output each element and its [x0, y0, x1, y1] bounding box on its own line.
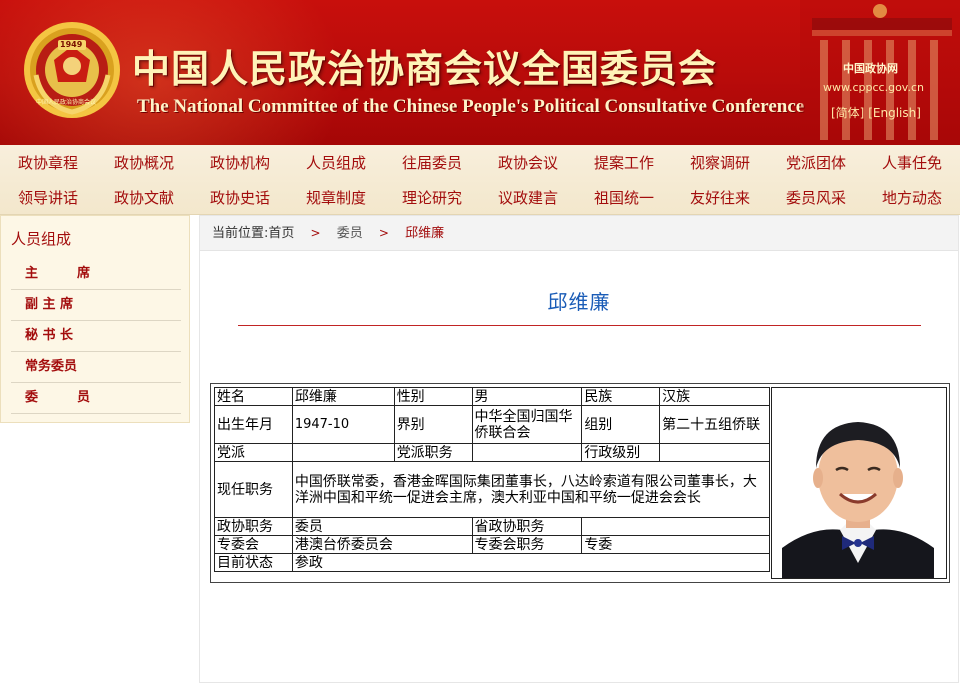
site-title-cn: 中国人民政治协商会议全国委员会	[132, 46, 718, 91]
nav-item[interactable]: 党派团体	[768, 146, 864, 180]
label-admin-level: 行政级别	[581, 443, 661, 462]
breadcrumb-prefix: 当前位置:	[212, 226, 269, 241]
nav-item[interactable]: 友好往来	[672, 181, 768, 215]
page-title: 邱维廉	[547, 290, 611, 314]
sidebar-item-standing-members[interactable]: 常务委员	[11, 352, 181, 383]
sidebar-item-members[interactable]: 委 员	[11, 383, 181, 414]
label-name: 姓名	[214, 387, 293, 406]
nav-item[interactable]: 人员组成	[288, 146, 384, 180]
member-portrait-image	[782, 398, 934, 578]
breadcrumb-current: 邱维廉	[405, 226, 445, 241]
nav-item[interactable]: 理论研究	[384, 181, 480, 215]
lang-english-link[interactable]: [English]	[868, 106, 921, 120]
breadcrumb-members-link[interactable]: 委员	[337, 226, 363, 241]
value-committee: 港澳台侨委员会	[291, 535, 473, 554]
value-admin-level	[659, 443, 770, 462]
breadcrumb-separator: >	[310, 226, 321, 240]
nav-item[interactable]: 视察调研	[672, 146, 768, 180]
label-committee-post: 专委会职务	[471, 535, 583, 554]
nav-item[interactable]: 委员风采	[768, 181, 864, 215]
sidebar-item-secretary-general[interactable]: 秘 书 长	[11, 321, 181, 352]
sidebar-item-chairman[interactable]: 主 席	[11, 259, 181, 290]
site-title-en: The National Committee of the Chinese Pe…	[137, 96, 805, 117]
value-party	[291, 443, 395, 462]
nav-item[interactable]: 政协机构	[192, 146, 288, 180]
label-committee: 专委会	[214, 535, 293, 554]
label-birth: 出生年月	[214, 405, 293, 444]
value-cppcc-post: 委员	[291, 517, 473, 536]
value-birth: 1947-10	[291, 405, 395, 444]
label-ethnicity: 民族	[581, 387, 661, 406]
portrait-cell	[771, 387, 947, 579]
nav-item[interactable]: 政协会议	[480, 146, 576, 180]
value-committee-post: 专委	[581, 535, 770, 554]
nav-item[interactable]: 政协章程	[0, 146, 96, 180]
value-sector: 中华全国归国华侨联合会	[471, 405, 583, 444]
site-name: 中国政协网	[843, 62, 898, 75]
breadcrumb-home-link[interactable]: 首页	[268, 226, 294, 241]
value-name: 邱维廉	[291, 387, 395, 406]
profile-card: 姓名 邱维廉 性别 男 民族 汉族 出生年月 1947-10 界别 中华全国归国…	[210, 383, 950, 583]
main-content: 当前位置:首页 > 委员 > 邱维廉 邱维廉 姓名 邱维廉 性别 男 民族 汉族…	[199, 215, 959, 683]
sidebar-item-vice-chairman[interactable]: 副 主 席	[11, 290, 181, 321]
label-provincial-post: 省政协职务	[471, 517, 583, 536]
site-banner: 1949 中国人民政治协商会议 中国人民政治协商会议全国委员会 The Nati…	[0, 0, 960, 145]
value-gender: 男	[471, 387, 583, 406]
label-party-post: 党派职务	[393, 443, 473, 462]
label-sector: 界别	[393, 405, 473, 444]
nav-item[interactable]: 提案工作	[576, 146, 672, 180]
nav-row-1: 政协章程 政协概况 政协机构 人员组成 往届委员 政协会议 提案工作 视察调研 …	[0, 146, 960, 180]
language-switch: [简体] [English]	[831, 104, 921, 121]
value-status: 参政	[291, 553, 771, 572]
label-gender: 性别	[393, 387, 473, 406]
sidebar-title: 人员组成	[11, 230, 72, 248]
sidebar: 人员组成 主 席 副 主 席 秘 书 长 常务委员 委 员	[0, 215, 190, 423]
value-provincial-post	[581, 517, 770, 536]
site-url-link[interactable]: www.cppcc.gov.cn	[823, 81, 924, 94]
nav-row-2: 领导讲话 政协文献 政协史话 规章制度 理论研究 议政建言 祖国统一 友好往来 …	[0, 181, 960, 215]
lang-simplified-link[interactable]: [简体]	[831, 106, 864, 120]
value-current-post: 中国侨联常委，香港金晖国际集团董事长，八达岭索道有限公司董事长，大洋洲中国和平统…	[291, 461, 771, 518]
label-status: 目前状态	[214, 553, 293, 572]
nav-item[interactable]: 政协史话	[192, 181, 288, 215]
breadcrumb: 当前位置:首页 > 委员 > 邱维廉	[200, 216, 958, 251]
nav-item[interactable]: 往届委员	[384, 146, 480, 180]
profile-table: 姓名 邱维廉 性别 男 民族 汉族 出生年月 1947-10 界别 中华全国归国…	[214, 387, 771, 572]
label-group: 组别	[581, 405, 661, 444]
nav-item[interactable]: 政协文献	[96, 181, 192, 215]
nav-item[interactable]: 人事任免	[864, 146, 960, 180]
emblem-org-text: 中国人民政治协商会议	[36, 99, 97, 106]
nav-item[interactable]: 议政建言	[480, 181, 576, 215]
nav-item[interactable]: 领导讲话	[0, 181, 96, 215]
label-current-post: 现任职务	[214, 461, 293, 518]
nav-item[interactable]: 政协概况	[96, 146, 192, 180]
breadcrumb-separator: >	[378, 226, 389, 240]
value-group: 第二十五组侨联	[659, 405, 770, 444]
title-divider	[238, 325, 921, 326]
label-party: 党派	[214, 443, 293, 462]
label-cppcc-post: 政协职务	[214, 517, 293, 536]
nav-item[interactable]: 地方动态	[864, 181, 960, 215]
main-navigation: 政协章程 政协概况 政协机构 人员组成 往届委员 政协会议 提案工作 视察调研 …	[0, 145, 960, 215]
nav-item[interactable]: 规章制度	[288, 181, 384, 215]
sidebar-list: 主 席 副 主 席 秘 书 长 常务委员 委 员	[11, 259, 181, 414]
emblem-year-text: 1949	[60, 40, 83, 49]
value-party-post	[471, 443, 583, 462]
value-ethnicity: 汉族	[659, 387, 770, 406]
nav-item[interactable]: 祖国统一	[576, 181, 672, 215]
